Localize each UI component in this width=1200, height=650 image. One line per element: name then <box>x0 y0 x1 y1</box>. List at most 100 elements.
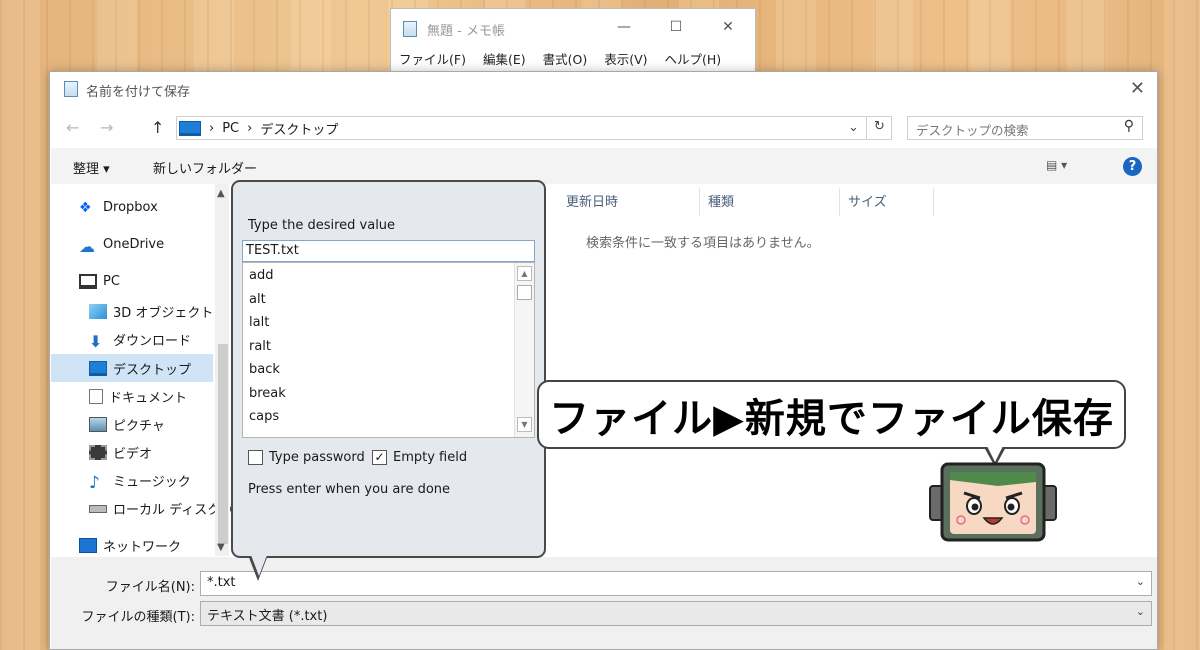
sidebar-scrollbar[interactable]: ▲ ▼ <box>215 184 229 556</box>
scroll-down-icon[interactable]: ▼ <box>517 417 532 432</box>
scroll-up-icon[interactable]: ▲ <box>517 266 532 281</box>
column-header-modified[interactable]: 更新日時 <box>558 188 700 216</box>
dropbox-icon: ❖ <box>79 200 92 216</box>
cube-icon <box>89 304 107 319</box>
callout-text: ファイル▶新規でファイル保存 <box>549 395 1114 442</box>
list-item[interactable]: back <box>249 362 280 377</box>
sidebar-item-label: OneDrive <box>103 237 165 252</box>
navigation-pane: ❖ Dropbox ☁ OneDrive PC 3D オブジェクト ⬇ ダウンロ… <box>51 184 239 556</box>
new-folder-button[interactable]: 新しいフォルダー <box>153 158 257 177</box>
popup-tail-fill <box>251 555 267 576</box>
column-header-size[interactable]: サイズ <box>840 188 934 216</box>
network-icon <box>79 538 97 553</box>
search-input[interactable]: デスクトップの検索 ⚲ <box>907 116 1143 140</box>
sidebar-item-desktop[interactable]: デスクトップ <box>89 359 191 378</box>
desktop-icon <box>89 361 107 376</box>
checkbox-unchecked[interactable] <box>248 450 263 465</box>
empty-field-checkbox[interactable]: ✓ Empty field <box>372 450 467 465</box>
scroll-down-icon[interactable]: ▼ <box>217 542 225 553</box>
checkbox-label: Type password <box>269 450 365 465</box>
filename-field[interactable]: *.txt ⌄ <box>200 571 1152 596</box>
filetype-value: テキスト文書 (*.txt) <box>207 609 328 624</box>
column-header-type[interactable]: 種類 <box>700 188 840 216</box>
checkbox-label: Empty field <box>393 450 468 465</box>
filename-value: *.txt <box>207 575 236 590</box>
breadcrumb-pc[interactable]: PC <box>222 121 239 136</box>
key-list[interactable]: add alt lalt ralt back break caps ▲ ▼ <box>242 262 535 438</box>
sidebar-item-3d-objects[interactable]: 3D オブジェクト <box>89 302 213 321</box>
sidebar-item-label: Dropbox <box>103 200 158 215</box>
notepad-titlebar: 無題 - メモ帳 — ☐ ✕ <box>391 9 755 43</box>
sidebar-item-music[interactable]: ♪ ミュージック <box>89 471 191 493</box>
list-item[interactable]: alt <box>249 292 266 307</box>
menu-edit[interactable]: 編集(E) <box>483 49 526 68</box>
menu-help[interactable]: ヘルプ(H) <box>665 49 722 68</box>
menu-view[interactable]: 表示(V) <box>604 49 647 68</box>
toolbar: 整理 ▾ 新しいフォルダー ▤ ▾ ? <box>51 148 1157 184</box>
chevron-down-icon[interactable]: ⌄ <box>1136 605 1145 618</box>
forward-arrow-icon[interactable]: → <box>100 118 113 137</box>
sidebar-item-downloads[interactable]: ⬇ ダウンロード <box>89 330 192 351</box>
up-arrow-icon[interactable]: ↑ <box>151 118 164 137</box>
address-bar[interactable]: › PC › デスクトップ <box>176 116 892 140</box>
sidebar-item-videos[interactable]: ビデオ <box>89 443 152 462</box>
filetype-label: ファイルの種類(T): <box>81 610 195 625</box>
music-note-icon: ♪ <box>89 473 100 493</box>
dialog-close-button[interactable]: ✕ <box>1130 78 1145 99</box>
type-password-checkbox[interactable]: Type password <box>248 450 365 465</box>
cloud-icon: ☁ <box>79 237 95 256</box>
address-dropdown-icon[interactable]: ⌄ <box>848 120 859 135</box>
maximize-button[interactable]: ☐ <box>665 17 687 37</box>
picture-icon <box>89 417 107 432</box>
scroll-thumb[interactable] <box>218 344 228 544</box>
sidebar-item-pictures[interactable]: ピクチャ <box>89 415 165 434</box>
filename-panel: ファイル名(N): *.txt ⌄ ファイルの種類(T): テキスト文書 (*.… <box>51 557 1157 649</box>
sidebar-item-label: ピクチャ <box>113 419 165 434</box>
breadcrumb-desktop[interactable]: デスクトップ <box>260 119 338 138</box>
list-item[interactable]: ralt <box>249 339 271 354</box>
sidebar-item-network[interactable]: ネットワーク <box>79 536 181 555</box>
sidebar-item-onedrive[interactable]: ☁ OneDrive <box>79 237 165 256</box>
breadcrumb-sep: › <box>247 120 253 136</box>
list-item[interactable]: break <box>249 386 286 401</box>
back-arrow-icon[interactable]: ← <box>66 118 79 137</box>
organize-button[interactable]: 整理 ▾ <box>73 158 110 177</box>
mascot-character-icon <box>929 462 1057 542</box>
pc-icon <box>179 120 201 136</box>
menu-format[interactable]: 書式(O) <box>543 49 588 68</box>
sidebar-item-label: ダウンロード <box>113 334 192 349</box>
document-icon <box>89 389 103 404</box>
view-options-icon[interactable]: ▤ ▾ <box>1046 158 1067 172</box>
sidebar-item-pc[interactable]: PC <box>79 274 120 289</box>
checkmark-icon[interactable]: ✓ <box>372 450 387 465</box>
menu-file[interactable]: ファイル(F) <box>399 49 466 68</box>
list-item[interactable]: add <box>249 268 273 283</box>
disk-icon <box>89 504 107 513</box>
sidebar-item-dropbox[interactable]: ❖ Dropbox <box>79 200 158 216</box>
value-input[interactable]: TEST.txt <box>242 240 535 262</box>
film-icon <box>89 445 107 460</box>
empty-folder-message: 検索条件に一致する項目はありません。 <box>586 236 820 251</box>
notepad-doc-icon <box>64 81 78 97</box>
scroll-up-icon[interactable]: ▲ <box>217 188 225 199</box>
notepad-icon <box>403 21 417 37</box>
popup-title: Type the desired value <box>248 218 396 233</box>
chevron-down-icon[interactable]: ⌄ <box>1136 575 1145 588</box>
list-scrollbar[interactable]: ▲ ▼ <box>514 263 534 437</box>
breadcrumb-sep: › <box>209 120 215 136</box>
notepad-close-button[interactable]: ✕ <box>717 17 739 37</box>
sidebar-item-label: デスクトップ <box>113 363 192 378</box>
scroll-thumb[interactable] <box>517 285 532 300</box>
minimize-button[interactable]: — <box>613 17 635 37</box>
list-item[interactable]: caps <box>249 409 279 424</box>
filetype-select[interactable]: テキスト文書 (*.txt) ⌄ <box>200 601 1152 626</box>
computer-icon <box>79 274 97 289</box>
list-item[interactable]: lalt <box>249 315 269 330</box>
help-icon[interactable]: ? <box>1123 157 1142 176</box>
search-icon[interactable]: ⚲ <box>1124 118 1134 134</box>
notepad-window: 無題 - メモ帳 — ☐ ✕ ファイル(F) 編集(E) 書式(O) 表示(V)… <box>390 8 756 74</box>
download-icon: ⬇ <box>89 332 103 351</box>
dialog-title: 名前を付けて保存 <box>86 85 191 100</box>
sidebar-item-documents[interactable]: ドキュメント <box>89 387 187 406</box>
refresh-icon[interactable]: ↻ <box>866 116 892 140</box>
